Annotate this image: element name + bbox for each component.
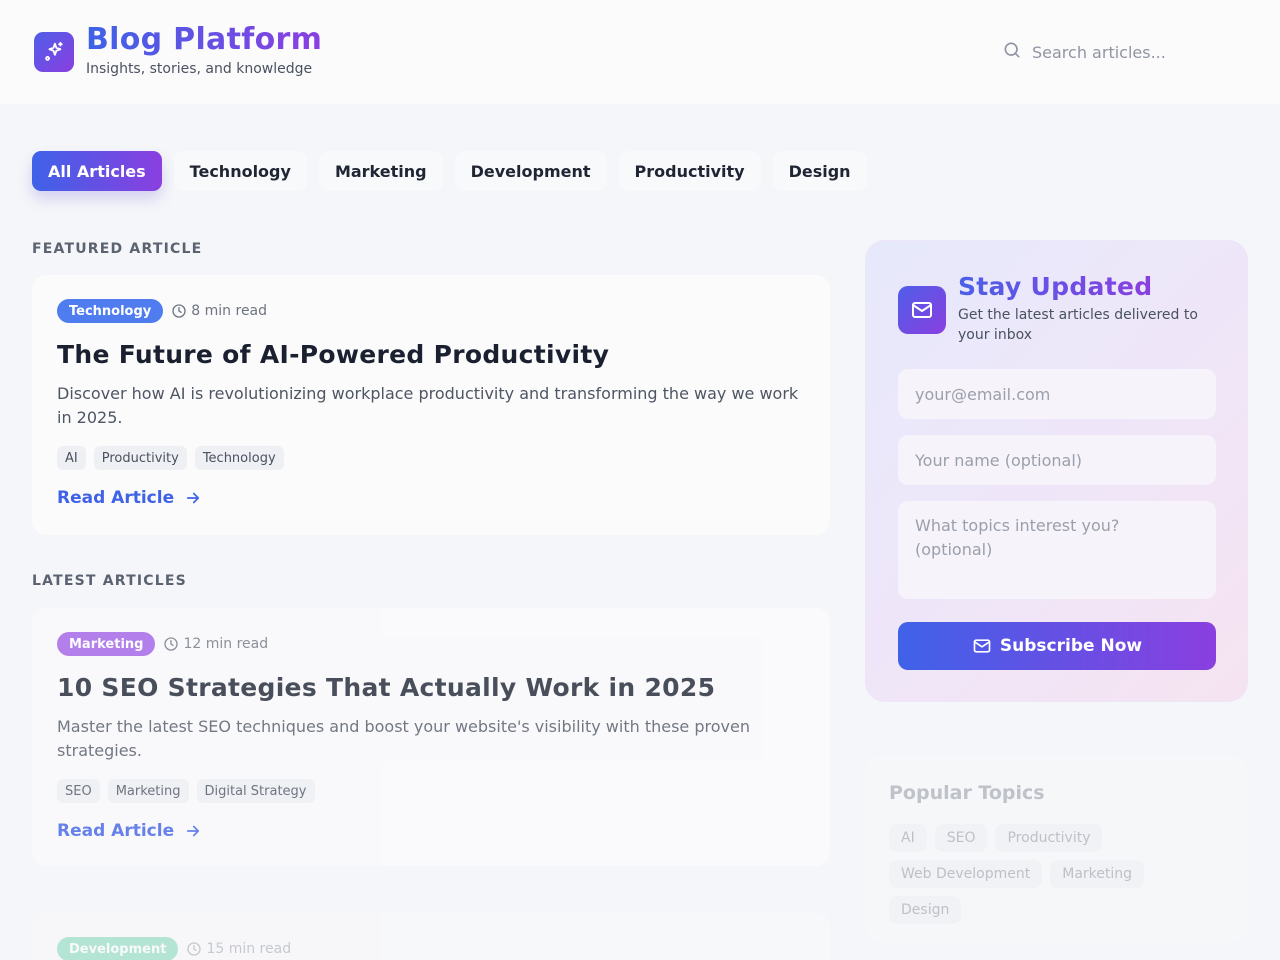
topic-tag[interactable]: Productivity: [995, 824, 1103, 852]
read-article-label: Read Article: [57, 821, 175, 841]
email-field[interactable]: [898, 369, 1216, 419]
featured-article-card[interactable]: Technology 8 min read The Future of AI-P…: [32, 275, 830, 535]
tag[interactable]: Productivity: [93, 446, 187, 470]
popular-topics-title: Popular Topics: [889, 782, 1045, 804]
popular-topics-card: Popular Topics AI SEO Productivity Web D…: [865, 756, 1248, 942]
mail-icon: [898, 286, 946, 334]
read-time-label: 8 min read: [191, 303, 268, 319]
featured-section-label: FEATURED ARTICLE: [32, 241, 203, 257]
read-time: 15 min read: [186, 941, 291, 957]
read-time: 8 min read: [171, 303, 267, 319]
tab-productivity[interactable]: Productivity: [618, 151, 761, 191]
tag[interactable]: Marketing: [107, 779, 189, 803]
clock-icon: [187, 942, 202, 956]
article-description: Discover how AI is revolutionizing workp…: [57, 384, 799, 427]
subscribe-button[interactable]: Subscribe Now: [898, 622, 1216, 670]
read-time-label: 12 min read: [183, 636, 269, 652]
tab-design[interactable]: Design: [772, 151, 867, 191]
category-badge[interactable]: Development: [57, 937, 179, 960]
article-tags: SEO Marketing Digital Strategy: [57, 779, 805, 803]
sparkles-icon[interactable]: [34, 32, 74, 72]
search-icon: [1002, 40, 1022, 64]
tag[interactable]: SEO: [57, 779, 100, 803]
tab-marketing[interactable]: Marketing: [318, 151, 443, 191]
read-article-label: Read Article: [57, 488, 175, 508]
read-article-link[interactable]: Read Article: [57, 488, 805, 508]
site-tagline: Insights, stories, and knowledge: [86, 61, 313, 77]
arrow-right-icon: [187, 825, 200, 837]
mail-icon: [973, 639, 991, 653]
tab-all-articles[interactable]: All Articles: [32, 151, 162, 191]
article-card[interactable]: Development 15 min read: [32, 913, 830, 960]
search-input[interactable]: [1032, 42, 1232, 62]
category-badge[interactable]: Technology: [57, 299, 164, 323]
popular-topics-list: AI SEO Productivity Web Development Mark…: [889, 824, 1229, 932]
topic-tag[interactable]: SEO: [934, 824, 988, 852]
newsletter-card: Stay Updated Get the latest articles del…: [865, 240, 1248, 702]
tag[interactable]: Digital Strategy: [196, 779, 315, 803]
site-title[interactable]: Blog Platform: [86, 22, 322, 57]
article-title[interactable]: 10 SEO Strategies That Actually Work in …: [57, 673, 805, 702]
article-title[interactable]: The Future of AI-Powered Productivity: [57, 340, 805, 369]
arrow-right-icon: [187, 492, 200, 504]
clock-icon: [164, 637, 179, 651]
tag[interactable]: Technology: [194, 446, 284, 470]
tab-technology[interactable]: Technology: [173, 151, 307, 191]
article-description: Master the latest SEO techniques and boo…: [57, 717, 750, 760]
latest-section-label: LATEST ARTICLES: [32, 573, 187, 589]
search-bar[interactable]: [1002, 40, 1242, 64]
category-badge[interactable]: Marketing: [57, 632, 156, 656]
category-tabs: All Articles Technology Marketing Develo…: [32, 151, 879, 191]
header: Blog Platform Insights, stories, and kno…: [0, 0, 1280, 104]
topic-tag[interactable]: Design: [889, 896, 962, 924]
article-tags: AI Productivity Technology: [57, 446, 805, 470]
topic-tag[interactable]: Web Development: [889, 860, 1043, 888]
tag[interactable]: AI: [57, 446, 86, 470]
topics-field[interactable]: [898, 501, 1216, 599]
topic-tag[interactable]: AI: [889, 824, 927, 852]
read-time: 12 min read: [163, 636, 268, 652]
read-article-link[interactable]: Read Article: [57, 821, 805, 841]
newsletter-title: Stay Updated: [958, 272, 1153, 301]
subscribe-button-label: Subscribe Now: [999, 636, 1143, 656]
tab-development[interactable]: Development: [454, 151, 607, 191]
topic-tag[interactable]: Marketing: [1050, 860, 1145, 888]
newsletter-subtitle: Get the latest articles delivered to you…: [958, 307, 1198, 343]
clock-icon: [172, 304, 186, 318]
name-field[interactable]: [898, 435, 1216, 485]
article-card[interactable]: Marketing 12 min read 10 SEO Strategies …: [32, 608, 830, 866]
read-time-label: 15 min read: [206, 941, 292, 957]
